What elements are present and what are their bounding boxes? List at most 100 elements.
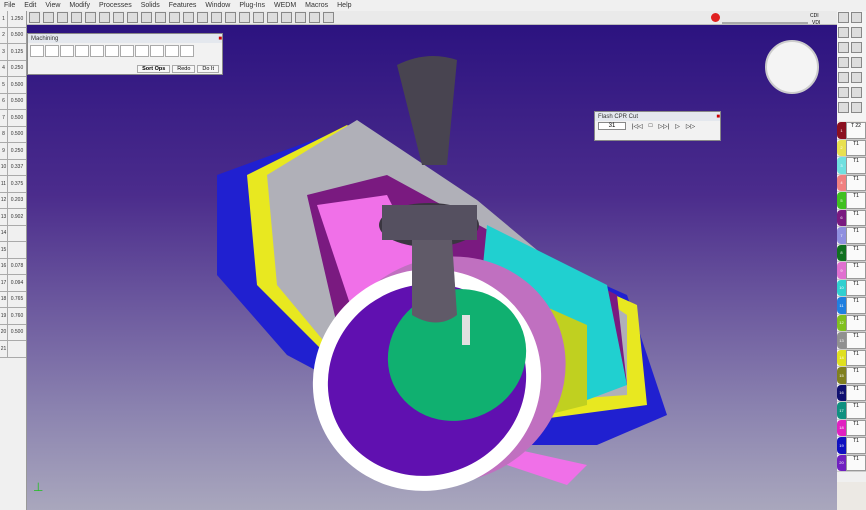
operation-item[interactable]: 2 T1 [837, 139, 866, 157]
operation-item[interactable]: 1T 22 [837, 122, 866, 140]
operation-item[interactable]: 20 T1 [837, 454, 866, 472]
tool-button[interactable] [851, 27, 862, 38]
menu-modify[interactable]: Modify [69, 2, 90, 9]
process-icon[interactable] [120, 45, 134, 57]
tool-slot[interactable]: 14 [0, 225, 26, 242]
tool-slot[interactable]: 19 0.760 [0, 308, 26, 325]
operation-item[interactable]: 18 T1 [837, 419, 866, 437]
operation-item[interactable]: 13 T1 [837, 332, 866, 350]
process-icon[interactable] [150, 45, 164, 57]
tool-slot[interactable]: 16 0.078 [0, 258, 26, 275]
tool-button[interactable] [838, 57, 849, 68]
toolbar-button[interactable] [309, 12, 320, 23]
redo-button[interactable]: Redo [172, 65, 196, 73]
tool-button[interactable] [851, 72, 862, 83]
tool-button[interactable] [838, 102, 849, 113]
tool-slot[interactable]: 21 [0, 341, 26, 358]
tool-slot[interactable]: 15 [0, 242, 26, 259]
process-icon[interactable] [105, 45, 119, 57]
toolbar-button[interactable] [253, 12, 264, 23]
menu-features[interactable]: Features [169, 2, 197, 9]
toolbar-button[interactable] [43, 12, 54, 23]
tool-slot[interactable]: 8 0.500 [0, 126, 26, 143]
tool-slot[interactable]: 2 0.500 [0, 27, 26, 44]
menu-processes[interactable]: Processes [99, 2, 132, 9]
menu-plugins[interactable]: Plug-Ins [239, 2, 265, 9]
toolbar-button[interactable] [57, 12, 68, 23]
tool-slot[interactable]: 3 0.125 [0, 44, 26, 61]
toolbar-button[interactable] [29, 12, 40, 23]
operation-item[interactable]: 6 T1 [837, 209, 866, 227]
toolbar-button[interactable] [141, 12, 152, 23]
toolbar-button[interactable] [211, 12, 222, 23]
process-icon[interactable] [45, 45, 59, 57]
menu-wedm[interactable]: WEDM [274, 2, 296, 9]
process-icon[interactable] [180, 45, 194, 57]
toolbar-button[interactable] [197, 12, 208, 23]
toolbar-button[interactable] [155, 12, 166, 23]
view-cube-wheel[interactable] [765, 40, 819, 94]
fast-forward-icon[interactable]: ▷▷ [686, 123, 695, 130]
tool-button[interactable] [851, 87, 862, 98]
operation-item[interactable]: 3 T1 [837, 157, 866, 175]
play-icon[interactable]: ▷ [675, 123, 680, 130]
process-icon[interactable] [90, 45, 104, 57]
do-it-button[interactable]: Do It [197, 65, 219, 73]
sort-ops-button[interactable]: Sort Ops [137, 65, 171, 73]
toolbar-button[interactable] [281, 12, 292, 23]
process-icon[interactable] [75, 45, 89, 57]
tool-slot[interactable]: 1 1.250 [0, 11, 26, 28]
operation-item[interactable]: 9 T1 [837, 262, 866, 280]
close-icon[interactable]: ■ [218, 36, 222, 42]
operation-item[interactable]: 17 T1 [837, 402, 866, 420]
operation-item[interactable]: 11 T1 [837, 297, 866, 315]
toolbar-button[interactable] [71, 12, 82, 23]
rewind-icon[interactable]: |◁◁ [632, 123, 643, 130]
toolbar-button[interactable] [127, 12, 138, 23]
menu-solids[interactable]: Solids [141, 2, 160, 9]
tool-button[interactable] [838, 27, 849, 38]
toolbar-button[interactable] [323, 12, 334, 23]
tool-slot[interactable]: 20 0.500 [0, 324, 26, 341]
tool-button[interactable] [851, 102, 862, 113]
operation-item[interactable]: 16 T1 [837, 384, 866, 402]
toolbar-button[interactable] [295, 12, 306, 23]
tool-slot[interactable]: 7 0.500 [0, 110, 26, 127]
tool-slot[interactable]: 18 0.765 [0, 291, 26, 308]
operation-item[interactable]: 14 T1 [837, 349, 866, 367]
toolbar-button[interactable] [225, 12, 236, 23]
tool-slot[interactable]: 10 0.337 [0, 159, 26, 176]
tool-slot[interactable]: 6 0.500 [0, 93, 26, 110]
toolbar-button[interactable] [99, 12, 110, 23]
toolbar-button[interactable] [239, 12, 250, 23]
menu-edit[interactable]: Edit [24, 2, 36, 9]
tool-button[interactable] [851, 57, 862, 68]
toolbar-button[interactable] [169, 12, 180, 23]
tool-button[interactable] [851, 42, 862, 53]
process-icon[interactable] [30, 45, 44, 57]
menu-file[interactable]: File [4, 2, 15, 9]
3d-viewport[interactable]: ⊥ [27, 25, 837, 510]
toolbar-button[interactable] [85, 12, 96, 23]
operation-item[interactable]: 19 T1 [837, 437, 866, 455]
tool-slot[interactable]: 12 0.203 [0, 192, 26, 209]
operation-item[interactable]: 5 T1 [837, 192, 866, 210]
speed-field[interactable]: 31 [598, 122, 626, 130]
menu-macros[interactable]: Macros [305, 2, 328, 9]
tool-button[interactable] [838, 87, 849, 98]
toolbar-button[interactable] [113, 12, 124, 23]
tool-slot[interactable]: 11 0.375 [0, 176, 26, 193]
tool-slot[interactable]: 4 0.250 [0, 60, 26, 77]
tool-slot[interactable]: 9 0.250 [0, 143, 26, 160]
operation-item[interactable]: 8 T1 [837, 244, 866, 262]
operation-item[interactable]: 4 T1 [837, 174, 866, 192]
menu-window[interactable]: Window [205, 2, 230, 9]
step-icon[interactable]: ▷▷| [658, 123, 669, 130]
tool-button[interactable] [838, 42, 849, 53]
operation-item[interactable]: 12 T1 [837, 314, 866, 332]
operation-item[interactable]: 10 T1 [837, 279, 866, 297]
operation-item[interactable]: 7 T1 [837, 227, 866, 245]
tool-button[interactable] [838, 72, 849, 83]
toolbar-button[interactable] [267, 12, 278, 23]
tool-slot[interactable]: 17 0.094 [0, 275, 26, 292]
